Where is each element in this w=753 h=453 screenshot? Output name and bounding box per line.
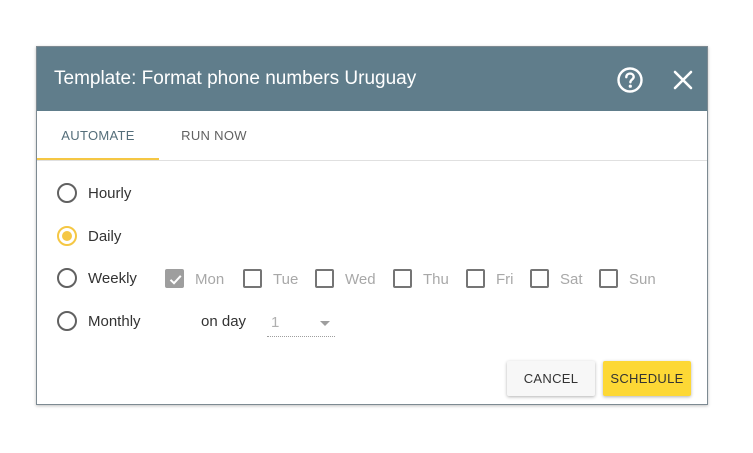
radio-hourly[interactable] (57, 183, 77, 203)
checkbox-mon[interactable] (165, 269, 184, 288)
day-of-month-value: 1 (271, 314, 280, 331)
schedule-dialog: Template: Format phone numbers Uruguay A… (36, 46, 708, 405)
weekday-mon-label: Mon (195, 271, 225, 288)
option-weekly-row: Weekly Mon Tue Wed Thu Fri Sat Sun (57, 267, 697, 291)
weekday-wed-label: Wed (345, 271, 376, 288)
option-daily-row: Daily (57, 225, 697, 249)
weekday-fri-label: Fri (496, 271, 514, 288)
option-hourly-row: Hourly (57, 182, 697, 206)
on-day-label: on day (201, 313, 247, 330)
radio-daily-label[interactable]: Daily (88, 227, 121, 247)
dialog-header: Template: Format phone numbers Uruguay (37, 47, 707, 111)
help-icon[interactable] (616, 66, 644, 94)
day-of-month-select[interactable]: 1 (267, 310, 335, 337)
weekday-sun-label: Sun (629, 271, 656, 288)
radio-weekly[interactable] (57, 268, 77, 288)
weekday-sat-label: Sat (560, 271, 583, 288)
radio-monthly-label[interactable]: Monthly (88, 312, 141, 332)
checkbox-sat[interactable] (530, 269, 549, 288)
weekday-tue-label: Tue (273, 271, 299, 288)
dialog-title: Template: Format phone numbers Uruguay (54, 68, 417, 89)
checkbox-fri[interactable] (466, 269, 485, 288)
tab-automate[interactable]: AUTOMATE (37, 111, 159, 160)
cancel-button[interactable]: CANCEL (507, 361, 595, 396)
weekday-thu-label: Thu (423, 271, 449, 288)
close-icon[interactable] (670, 67, 696, 93)
radio-hourly-label[interactable]: Hourly (88, 184, 131, 204)
radio-monthly[interactable] (57, 311, 77, 331)
dropdown-arrow-icon (320, 321, 330, 326)
schedule-button[interactable]: SCHEDULE (603, 361, 691, 396)
option-monthly-row: Monthly on day 1 (57, 310, 697, 337)
radio-daily[interactable] (57, 226, 77, 246)
tab-run-now[interactable]: RUN NOW (159, 111, 269, 160)
checkbox-wed[interactable] (315, 269, 334, 288)
checkbox-tue[interactable] (243, 269, 262, 288)
tab-bar: AUTOMATE RUN NOW (37, 111, 707, 161)
radio-weekly-label[interactable]: Weekly (88, 269, 137, 289)
checkbox-thu[interactable] (393, 269, 412, 288)
checkbox-sun[interactable] (599, 269, 618, 288)
